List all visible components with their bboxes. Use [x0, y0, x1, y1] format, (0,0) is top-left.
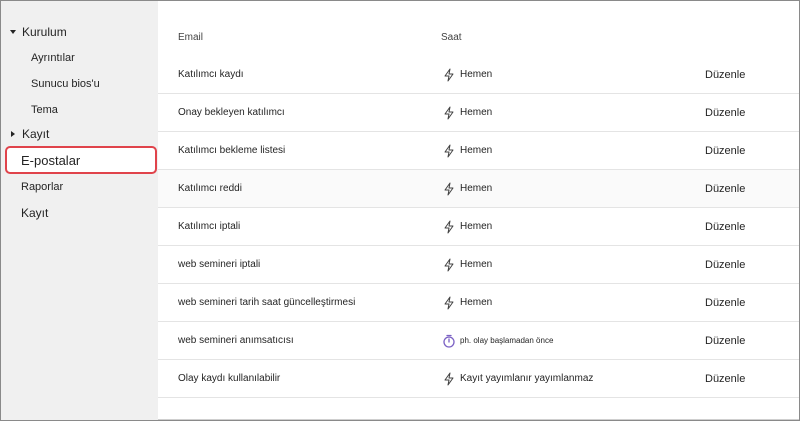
- table-row[interactable]: Olay kaydı kullanılabilir Kayıt yayımlan…: [158, 360, 799, 398]
- table-header: Email Saat: [158, 23, 799, 51]
- send-time: Hemen: [460, 145, 493, 156]
- edit-button[interactable]: Düzenle: [705, 132, 745, 169]
- email-name: web semineri tarih saat güncelleştirmesi: [178, 297, 356, 308]
- sidebar-item-kurulum[interactable]: Kurulum: [1, 19, 158, 45]
- edit-button[interactable]: Düzenle: [705, 208, 745, 245]
- lightning-icon: [441, 257, 457, 273]
- sidebar-item-label: Kayıt: [22, 127, 50, 141]
- lightning-icon: [441, 219, 457, 235]
- emails-table: Email Saat Katılımcı kaydı Hemen Düzenle…: [158, 1, 799, 420]
- divider: [158, 419, 799, 420]
- sidebar-item-label: Raporlar: [21, 181, 64, 193]
- table-row[interactable]: web semineri tarih saat güncelleştirmesi…: [158, 284, 799, 322]
- edit-button[interactable]: Düzenle: [705, 246, 745, 283]
- send-time: Hemen: [460, 221, 493, 232]
- sidebar-item-label: E-postalar: [21, 152, 81, 168]
- email-name: Katılımcı iptali: [178, 221, 241, 232]
- send-time: Hemen: [460, 297, 493, 308]
- app-window: Kurulum Ayrıntılar Sunucu bios'u Tema Ka…: [0, 0, 800, 421]
- sidebar-item-sunucu-bios[interactable]: Sunucu bios'u: [1, 71, 158, 97]
- lightning-icon: [441, 295, 457, 311]
- edit-button[interactable]: Düzenle: [705, 322, 745, 359]
- email-name: Onay bekleyen katılımcı: [178, 107, 285, 118]
- send-time: Hemen: [460, 107, 493, 118]
- lightning-icon: [441, 181, 457, 197]
- sidebar: Kurulum Ayrıntılar Sunucu bios'u Tema Ka…: [1, 1, 158, 420]
- chevron-right-icon: [6, 130, 20, 138]
- email-name: Katılımcı kaydı: [178, 69, 244, 80]
- sidebar-item-label: Tema: [31, 104, 58, 116]
- send-time: Hemen: [460, 69, 493, 80]
- table-row[interactable]: Onay bekleyen katılımcı Hemen Düzenle: [158, 94, 799, 132]
- send-time: ph. olay başlamadan önce: [460, 336, 554, 345]
- email-name: Katılımcı bekleme listesi: [178, 145, 286, 156]
- sidebar-item-label: Kayıt: [21, 206, 49, 220]
- column-header-time: Saat: [441, 32, 462, 43]
- sidebar-item-tema[interactable]: Tema: [1, 97, 158, 123]
- sidebar-item-kayit-group[interactable]: Kayıt: [1, 121, 158, 147]
- email-name: Katılımcı reddi: [178, 183, 242, 194]
- chevron-down-icon: [6, 28, 20, 36]
- table-row[interactable]: Katılımcı kaydı Hemen Düzenle: [158, 56, 799, 94]
- sidebar-item-label: Ayrıntılar: [31, 52, 75, 64]
- edit-button[interactable]: Düzenle: [705, 94, 745, 131]
- edit-button[interactable]: Düzenle: [705, 284, 745, 321]
- send-time: Hemen: [460, 183, 493, 194]
- email-name: Olay kaydı kullanılabilir: [178, 373, 281, 384]
- sidebar-item-kayit[interactable]: Kayıt: [1, 200, 158, 226]
- lightning-icon: [441, 371, 457, 387]
- email-name: web semineri iptali: [178, 259, 261, 270]
- table-row[interactable]: web semineri iptali Hemen Düzenle: [158, 246, 799, 284]
- lightning-icon: [441, 143, 457, 159]
- lightning-icon: [441, 105, 457, 121]
- sidebar-item-e-postalar[interactable]: E-postalar: [5, 146, 157, 174]
- send-time: Kayıt yayımlanır yayımlanmaz: [460, 373, 594, 384]
- table-row[interactable]: Katılımcı iptali Hemen Düzenle: [158, 208, 799, 246]
- edit-button[interactable]: Düzenle: [705, 56, 745, 93]
- email-name: web semineri anımsatıcısı: [178, 335, 294, 346]
- sidebar-item-raporlar[interactable]: Raporlar: [1, 174, 158, 200]
- column-header-email: Email: [178, 32, 204, 43]
- sidebar-item-label: Kurulum: [22, 25, 67, 39]
- send-time: Hemen: [460, 259, 493, 270]
- table-row[interactable]: Katılımcı bekleme listesi Hemen Düzenle: [158, 132, 799, 170]
- edit-button[interactable]: Düzenle: [705, 360, 745, 397]
- sidebar-item-ayrintilar[interactable]: Ayrıntılar: [1, 45, 158, 71]
- lightning-icon: [441, 67, 457, 83]
- edit-button[interactable]: Düzenle: [705, 170, 745, 207]
- table-row[interactable]: Katılımcı reddi Hemen Düzenle: [158, 170, 799, 208]
- table-row[interactable]: web semineri anımsatıcısı ph. olay başla…: [158, 322, 799, 360]
- sidebar-item-label: Sunucu bios'u: [31, 78, 100, 90]
- timer-icon: [441, 333, 457, 349]
